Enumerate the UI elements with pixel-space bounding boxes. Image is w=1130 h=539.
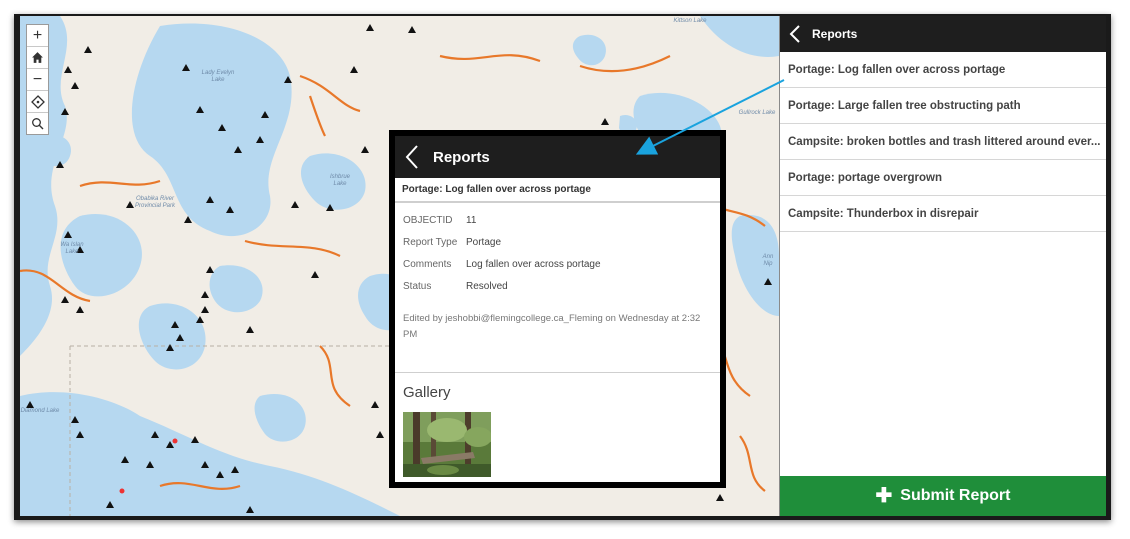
popup-subtitle: Portage: Log fallen over across portage <box>395 178 720 203</box>
submit-report-button[interactable]: ✚ Submit Report <box>780 476 1106 516</box>
zoom-in-button[interactable]: + <box>27 25 48 47</box>
search-icon <box>32 118 44 130</box>
map-label-gullrock: Gullrock Lake <box>738 110 776 116</box>
attribute-row: Comments Log fallen over across portage <box>403 253 712 275</box>
list-item[interactable]: Campsite: broken bottles and trash litte… <box>780 124 1106 160</box>
map-label-ann: Ann Nip <box>762 254 774 267</box>
map-label-obabika: Obabika River Provincial Park <box>134 196 175 209</box>
chevron-left-icon[interactable] <box>401 143 425 171</box>
map-controls: + − <box>26 24 49 135</box>
map-label-ishbrue: Ishbrue Lake <box>329 174 350 187</box>
minus-icon: − <box>32 70 43 88</box>
plus-icon: ✚ <box>875 485 893 507</box>
map-label-wawiagama: Wa Islan Lake <box>60 242 84 255</box>
plus-icon: + <box>32 26 43 44</box>
attribute-value: 11 <box>466 214 477 226</box>
map-label-lady-evelyn: Lady Evelyn Lake <box>201 70 235 83</box>
attribute-name: OBJECTID <box>403 214 453 226</box>
attribute-row: OBJECTID 11 <box>403 209 712 231</box>
submit-report-label: Submit Report <box>900 487 1011 504</box>
search-button[interactable] <box>27 113 48 134</box>
home-button[interactable] <box>27 47 48 69</box>
forest-photo <box>403 412 491 477</box>
chevron-left-icon[interactable] <box>786 24 806 44</box>
edited-info: Edited by jeshobbi@flemingcollege.ca_Fle… <box>403 313 701 340</box>
locate-button[interactable] <box>27 91 48 113</box>
report-popup-panel: Reports Portage: Log fallen over across … <box>395 136 720 482</box>
attribute-name: Report Type <box>403 236 458 248</box>
reports-sidebar: Reports Portage: Log fallen over across … <box>779 16 1106 516</box>
attribute-value: Portage <box>466 236 502 248</box>
sidebar-title: Reports <box>812 27 858 41</box>
popup-header: Reports <box>395 136 720 178</box>
map-label-diamond: Diamond Lake <box>20 408 60 414</box>
attribute-table: OBJECTID 11 Report Type Portage Comments… <box>395 203 720 297</box>
list-item[interactable]: Portage: Large fallen tree obstructing p… <box>780 88 1106 124</box>
attribute-name: Comments <box>403 258 452 270</box>
home-icon <box>32 52 43 63</box>
report-popup: Reports Portage: Log fallen over across … <box>389 130 726 488</box>
gallery-title: Gallery <box>403 384 451 401</box>
list-item[interactable]: Campsite: Thunderbox in disrepair <box>780 196 1106 232</box>
report-list: Portage: Log fallen over across portage … <box>780 52 1106 232</box>
divider <box>395 372 720 373</box>
attribute-row: Status Resolved <box>403 275 712 297</box>
attribute-value: Resolved <box>466 280 508 292</box>
attribute-name: Status <box>403 280 432 292</box>
gallery-thumbnail[interactable] <box>403 412 491 477</box>
map-label-kittson: Kittson Lake <box>673 18 707 24</box>
attribute-value: Log fallen over across portage <box>466 258 601 270</box>
sidebar-header: Reports <box>780 16 1106 52</box>
list-item[interactable]: Portage: portage overgrown <box>780 160 1106 196</box>
locate-icon <box>30 94 45 109</box>
list-item[interactable]: Portage: Log fallen over across portage <box>780 52 1106 88</box>
zoom-out-button[interactable]: − <box>27 69 48 91</box>
popup-title: Reports <box>433 148 490 166</box>
attribute-row: Report Type Portage <box>403 231 712 253</box>
